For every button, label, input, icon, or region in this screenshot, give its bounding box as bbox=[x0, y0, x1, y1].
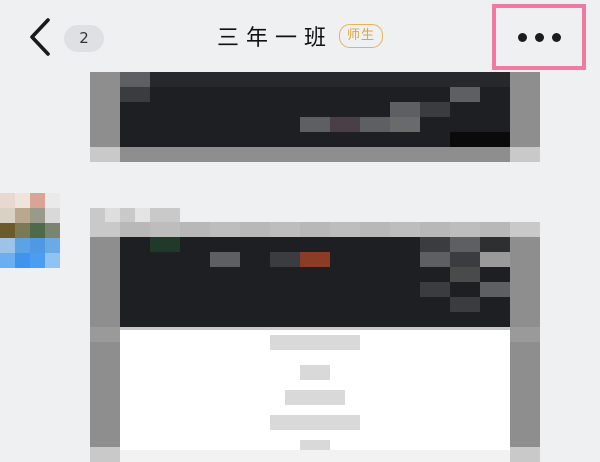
role-tag: 师生 bbox=[339, 24, 384, 48]
blurred-text-line bbox=[285, 390, 345, 405]
chevron-left-icon bbox=[30, 18, 50, 56]
blurred-text-line bbox=[270, 335, 360, 350]
chat-title[interactable]: 三年一班 bbox=[217, 20, 333, 52]
sender-nickname bbox=[90, 208, 180, 223]
unread-count-badge[interactable]: 2 bbox=[64, 25, 104, 52]
more-horizontal-icon bbox=[517, 32, 561, 42]
blurred-text-line bbox=[270, 415, 360, 430]
avatar[interactable] bbox=[0, 193, 90, 268]
pixelated-image bbox=[90, 72, 540, 162]
blurred-text-line bbox=[300, 440, 330, 450]
more-button[interactable] bbox=[492, 4, 586, 70]
chat-header: 2 三年一班 师生 bbox=[0, 0, 600, 72]
document-preview bbox=[120, 330, 510, 450]
back-button[interactable] bbox=[22, 14, 58, 60]
blurred-text-line bbox=[300, 365, 330, 380]
